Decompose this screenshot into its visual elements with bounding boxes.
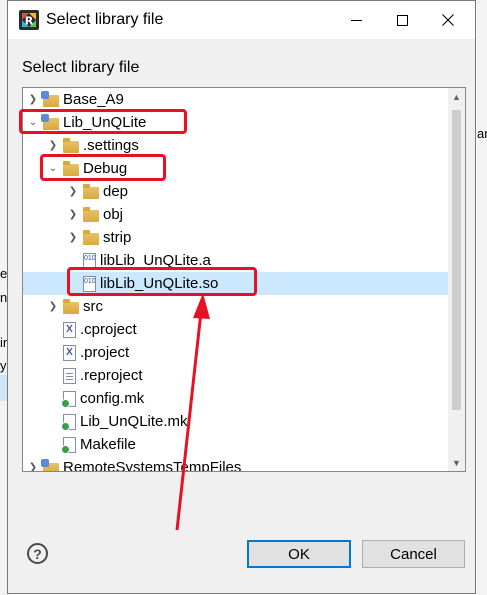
folder-icon xyxy=(83,183,99,199)
chevron-right-icon[interactable]: ❯ xyxy=(47,140,59,151)
makefile-icon xyxy=(61,390,76,408)
tree-item-cproject[interactable]: X .cproject xyxy=(23,318,465,341)
chevron-right-icon[interactable]: ❯ xyxy=(67,232,79,243)
annotation-highlight-lib-unqlite xyxy=(19,109,187,134)
scroll-down-icon[interactable]: ▼ xyxy=(448,454,465,471)
tree-item-label: config.mk xyxy=(80,390,145,407)
tree-item-obj[interactable]: ❯ obj xyxy=(23,203,465,226)
close-icon xyxy=(442,14,454,26)
maximize-icon xyxy=(396,14,408,26)
tree-item-label: RemoteSystemsTempFiles xyxy=(63,459,242,472)
tree-item-strip[interactable]: ❯ strip xyxy=(23,226,465,249)
tree-item-label: Base_A9 xyxy=(63,91,124,108)
dialog-label: Select library file xyxy=(22,59,140,76)
text-file-icon xyxy=(63,367,76,384)
scroll-up-icon[interactable]: ▲ xyxy=(448,88,465,105)
rvds-app-icon: R xyxy=(19,10,39,30)
tree-item-label: .project xyxy=(80,344,130,361)
tree-item-lib-unqlite-mk[interactable]: Lib_UnQLite.mk xyxy=(23,410,465,433)
tree-item-label: strip xyxy=(103,229,132,246)
tree-item-makefile[interactable]: Makefile xyxy=(23,433,465,456)
window-title: Select library file xyxy=(46,11,164,28)
chevron-right-icon[interactable]: ❯ xyxy=(67,209,79,220)
folder-icon xyxy=(83,229,99,245)
xml-file-icon: X xyxy=(63,344,76,361)
tree-item-config-mk[interactable]: config.mk xyxy=(23,387,465,410)
chevron-right-icon[interactable]: ❯ xyxy=(47,301,59,312)
folder-icon xyxy=(63,137,79,153)
tree-item-project[interactable]: X .project xyxy=(23,341,465,364)
tree-item-dep[interactable]: ❯ dep xyxy=(23,180,465,203)
tree-item-label: obj xyxy=(103,206,124,223)
title-bar[interactable]: R Select library file xyxy=(8,1,475,39)
folder-icon xyxy=(83,206,99,222)
tree-item-remote-systems[interactable]: ❯ RemoteSystemsTempFiles xyxy=(23,456,452,472)
background-text: y xyxy=(0,358,7,373)
close-button[interactable] xyxy=(425,1,471,39)
minimize-button[interactable] xyxy=(333,1,379,39)
tree-item-src[interactable]: ❯ src xyxy=(23,295,465,318)
tree-item-label: .reproject xyxy=(80,367,143,384)
cancel-button[interactable]: Cancel xyxy=(362,540,465,568)
project-folder-icon xyxy=(41,90,59,107)
annotation-highlight-debug xyxy=(40,154,166,181)
select-library-dialog: R Select library file Select library fil… xyxy=(7,0,476,594)
chevron-right-icon[interactable]: ❯ xyxy=(67,186,79,197)
tree-item-label: src xyxy=(83,298,103,315)
svg-text:R: R xyxy=(25,15,34,28)
background-app-right xyxy=(477,0,487,595)
vertical-scrollbar[interactable]: ▲ ▼ xyxy=(448,88,465,471)
tree-item-reproject[interactable]: .reproject xyxy=(23,364,465,387)
scrollbar-thumb[interactable] xyxy=(452,110,461,410)
makefile-icon xyxy=(61,413,76,431)
folder-icon xyxy=(63,298,79,314)
minimize-icon xyxy=(350,19,362,21)
tree-item-label: .settings xyxy=(83,137,139,154)
tree-item-label: dep xyxy=(103,183,129,200)
ok-button[interactable]: OK xyxy=(247,540,351,568)
annotation-highlight-lib-so xyxy=(67,267,257,296)
tree-item-label: Makefile xyxy=(80,436,136,453)
tree-item-label: .cproject xyxy=(80,321,137,338)
chevron-right-icon[interactable]: ❯ xyxy=(27,462,39,471)
chevron-right-icon[interactable]: ❯ xyxy=(27,94,39,105)
tree-item-label: Lib_UnQLite.mk xyxy=(80,413,188,430)
makefile-icon xyxy=(61,436,76,454)
tree-item-base-a9[interactable]: ❯ Base_A9 xyxy=(23,88,452,111)
background-text: ar xyxy=(477,126,487,141)
help-button[interactable]: ? xyxy=(27,543,48,564)
xml-file-icon: X xyxy=(63,321,76,338)
maximize-button[interactable] xyxy=(379,1,425,39)
project-folder-icon xyxy=(41,458,59,471)
